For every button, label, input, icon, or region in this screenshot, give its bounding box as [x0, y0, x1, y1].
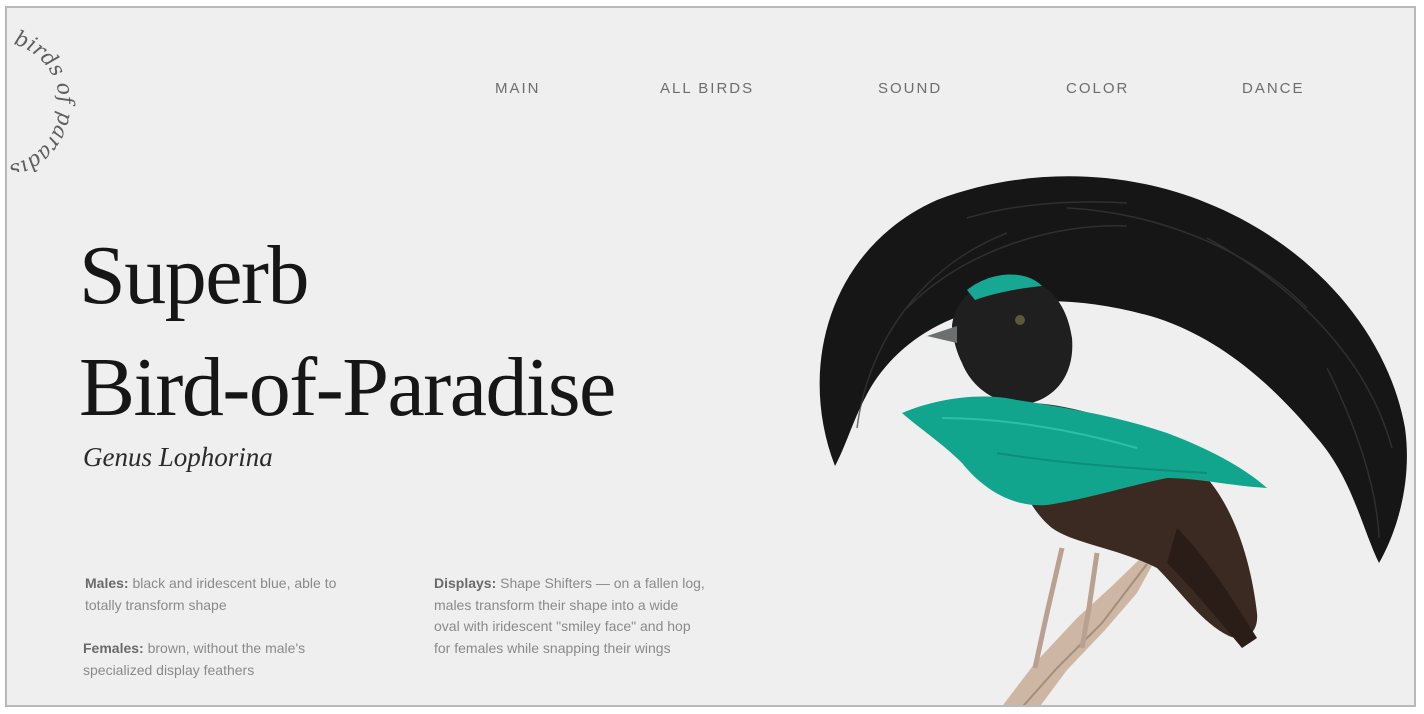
females-description: Females: brown, without the male's speci… — [83, 638, 363, 681]
genus-subtitle: Genus Lophorina — [83, 442, 273, 472]
males-label: Males: — [85, 575, 129, 591]
nav-item-sound[interactable]: SOUND — [878, 80, 942, 97]
nav-item-all-birds[interactable]: ALL BIRDS — [660, 80, 754, 97]
title-line-2: Bird-of-Paradise — [79, 341, 616, 434]
displays-description: Displays: Shape Shifters — on a fallen l… — [434, 573, 706, 659]
main-nav: MAIN ALL BIRDS SOUND COLOR DANCE — [7, 80, 1414, 104]
nav-item-color[interactable]: COLOR — [1066, 80, 1129, 97]
bird-image — [819, 176, 1407, 705]
females-label: Females: — [83, 640, 144, 656]
title-line-1: Superb — [79, 229, 309, 322]
males-description: Males: black and iridescent blue, able t… — [85, 573, 355, 616]
nav-item-dance[interactable]: DANCE — [1242, 80, 1305, 97]
nav-item-main[interactable]: MAIN — [495, 80, 541, 97]
page-title: Superb Bird-of-Paradise — [79, 220, 616, 444]
displays-label: Displays: — [434, 575, 497, 591]
page-frame: birds of paradise MAIN ALL BIRDS SOUND C… — [5, 6, 1416, 707]
branch — [1003, 556, 1155, 705]
